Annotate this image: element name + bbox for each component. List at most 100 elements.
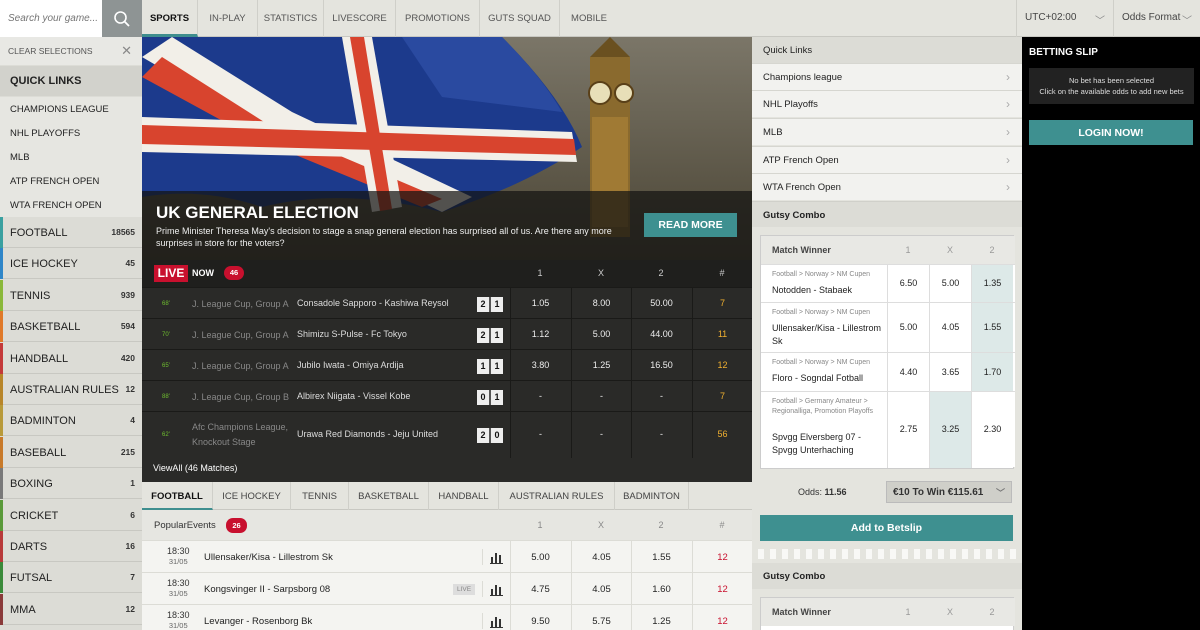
login-button[interactable]: LOGIN NOW! [1029, 120, 1193, 145]
sidebar-sport-item[interactable]: FOOTBALL 18565 [0, 217, 142, 248]
sidebar-sport-item[interactable]: HANDBALL 420 [0, 342, 142, 374]
odd-away[interactable]: 16.50 [631, 350, 691, 381]
odd-draw[interactable]: 1.25 [571, 350, 631, 381]
tab-handball[interactable]: HANDBALL [429, 482, 499, 510]
quick-link-right-item[interactable]: WTA French Open › [752, 173, 1022, 200]
combo-odd[interactable]: 1.55 [971, 303, 1013, 353]
combo-odd[interactable]: 2.30 [971, 392, 1013, 468]
stats-button[interactable] [482, 581, 510, 597]
sidebar-sport-item[interactable]: CRICKET 6 [0, 499, 142, 531]
nav-statistics[interactable]: STATISTICS [258, 0, 324, 37]
quick-link-item[interactable]: WTA FRENCH OPEN [0, 193, 142, 217]
tab-australian-rules[interactable]: AUSTRALIAN RULES [499, 482, 615, 510]
sidebar-sport-item[interactable]: BADMINTON 4 [0, 405, 142, 437]
sidebar-sport-item[interactable]: BOXING 1 [0, 468, 142, 500]
odd-home[interactable]: 3.80 [510, 350, 570, 381]
live-match-row[interactable]: 88' J. League Cup, Group B Albirex Niigata… [142, 380, 752, 412]
read-more-button[interactable]: READ MORE [644, 213, 737, 237]
odds-format-select[interactable]: Odds Format ﹀ [1114, 0, 1200, 37]
quick-link-item[interactable]: CHAMPIONS LEAGUE [0, 97, 142, 121]
odd-away[interactable]: 50.00 [631, 288, 691, 319]
odd-draw[interactable]: 5.00 [571, 319, 631, 350]
more-markets[interactable]: 12 [692, 350, 752, 381]
odd-draw[interactable]: 4.05 [571, 541, 631, 573]
popular-event-row[interactable]: 18:30 31/05 Kongsvinger II - Sarpsborg 08 L… [142, 572, 752, 605]
odd-home[interactable]: 9.50 [510, 605, 570, 630]
sidebar-sport-item[interactable]: DARTS 16 [0, 531, 142, 562]
odd-home[interactable]: - [510, 412, 570, 458]
sidebar-sport-item[interactable]: FUTSAL 7 [0, 562, 142, 594]
more-markets[interactable]: 12 [692, 605, 752, 630]
combo-odd[interactable]: 4.05 [929, 303, 971, 353]
live-match-row[interactable]: 70' J. League Cup, Group A Shimizu S-Pulse… [142, 318, 752, 350]
sidebar-sport-item[interactable]: BASEBALL 215 [0, 436, 142, 468]
live-match-row[interactable]: 68' J. League Cup, Group A Consadole Sappo… [142, 287, 752, 319]
stake-select[interactable]: €10 To Win €115.61 ﹀ [886, 481, 1012, 503]
odd-draw[interactable]: - [571, 381, 631, 412]
odd-away[interactable]: 1.25 [631, 605, 691, 630]
nav-promotions[interactable]: PROMOTIONS [396, 0, 480, 37]
sidebar-sport-item[interactable]: MMA 12 [0, 593, 142, 625]
sidebar-sport-item[interactable]: AUSTRALIAN RULES 12 [0, 374, 142, 405]
live-match-row[interactable]: 62' Afc Champions League, Knockout Stage U… [142, 411, 752, 458]
odd-away[interactable]: - [631, 381, 691, 412]
combo-odd[interactable]: 6.50 [887, 265, 929, 303]
view-all-link[interactable]: ViewAll (46 Matches) [153, 463, 237, 473]
search-button[interactable] [102, 0, 142, 37]
sidebar-sport-item[interactable]: BASKETBALL 594 [0, 311, 142, 343]
tab-badminton[interactable]: BADMINTON [615, 482, 689, 510]
odd-draw[interactable]: 4.05 [571, 573, 631, 605]
nav-in-play[interactable]: IN-PLAY [198, 0, 258, 37]
sidebar-sport-item[interactable]: ICE HOCKEY 45 [0, 248, 142, 280]
more-markets[interactable]: 56 [692, 412, 752, 458]
quick-link-item[interactable]: MLB [0, 145, 142, 169]
tab-football[interactable]: FOOTBALL [142, 482, 213, 510]
odd-home[interactable]: - [510, 381, 570, 412]
tab-basketball[interactable]: BASKETBALL [349, 482, 429, 510]
stats-button[interactable] [482, 549, 510, 565]
odd-away[interactable]: - [631, 412, 691, 458]
more-markets[interactable]: 7 [692, 381, 752, 412]
add-to-betslip-button[interactable]: Add to Betslip [760, 515, 1013, 541]
more-markets[interactable]: 7 [692, 288, 752, 319]
live-match-row[interactable]: 65' J. League Cup, Group A Jubilo Iwata - … [142, 349, 752, 381]
tab-ice-hockey[interactable]: ICE HOCKEY [213, 482, 291, 510]
odd-draw[interactable]: - [571, 412, 631, 458]
tab-tennis[interactable]: TENNIS [291, 482, 349, 510]
more-markets[interactable]: 11 [692, 319, 752, 350]
odd-away[interactable]: 1.55 [631, 541, 691, 573]
odd-away[interactable]: 44.00 [631, 319, 691, 350]
combo-odd[interactable]: 3.65 [929, 353, 971, 392]
search-input[interactable] [0, 0, 102, 37]
more-markets[interactable]: 12 [692, 573, 752, 605]
odd-home[interactable]: 4.75 [510, 573, 570, 605]
combo-odd[interactable]: 1.70 [971, 353, 1013, 392]
nav-mobile[interactable]: MOBILE [560, 0, 618, 37]
odd-home[interactable]: 1.05 [510, 288, 570, 319]
quick-link-item[interactable]: NHL PLAYOFFS [0, 121, 142, 145]
odd-home[interactable]: 5.00 [510, 541, 570, 573]
nav-livescore[interactable]: LIVESCORE [324, 0, 396, 37]
combo-odd[interactable]: 5.00 [929, 265, 971, 303]
sidebar-sport-item[interactable]: TENNIS 939 [0, 279, 142, 311]
popular-event-row[interactable]: 18:30 31/05 Ullensaker/Kisa - Lillestrom S… [142, 540, 752, 573]
combo-odd[interactable]: 5.00 [887, 303, 929, 353]
quick-link-right-item[interactable]: Champions league › [752, 63, 1022, 90]
clear-selections[interactable]: CLEAR SELECTIONS ✕ [0, 37, 142, 65]
odd-draw[interactable]: 5.75 [571, 605, 631, 630]
close-icon[interactable]: ✕ [121, 43, 132, 59]
odd-away[interactable]: 1.60 [631, 573, 691, 605]
combo-odd[interactable]: 3.25 [929, 392, 971, 468]
stats-button[interactable] [482, 613, 510, 629]
odd-draw[interactable]: 8.00 [571, 288, 631, 319]
nav-guts-squad[interactable]: GUTS SQUAD [480, 0, 560, 37]
more-markets[interactable]: 12 [692, 541, 752, 573]
quick-link-right-item[interactable]: MLB › [752, 118, 1022, 145]
combo-odd[interactable]: 4.40 [887, 353, 929, 392]
popular-event-row[interactable]: 18:30 31/05 Levanger - Rosenborg Bk 9.50 5.7… [142, 604, 752, 630]
timezone-select[interactable]: UTC+02:00 ﹀ [1016, 0, 1114, 37]
odd-home[interactable]: 1.12 [510, 319, 570, 350]
quick-link-right-item[interactable]: NHL Playoffs › [752, 90, 1022, 117]
quick-link-item[interactable]: ATP FRENCH OPEN [0, 169, 142, 193]
nav-sports[interactable]: SPORTS [142, 0, 198, 37]
